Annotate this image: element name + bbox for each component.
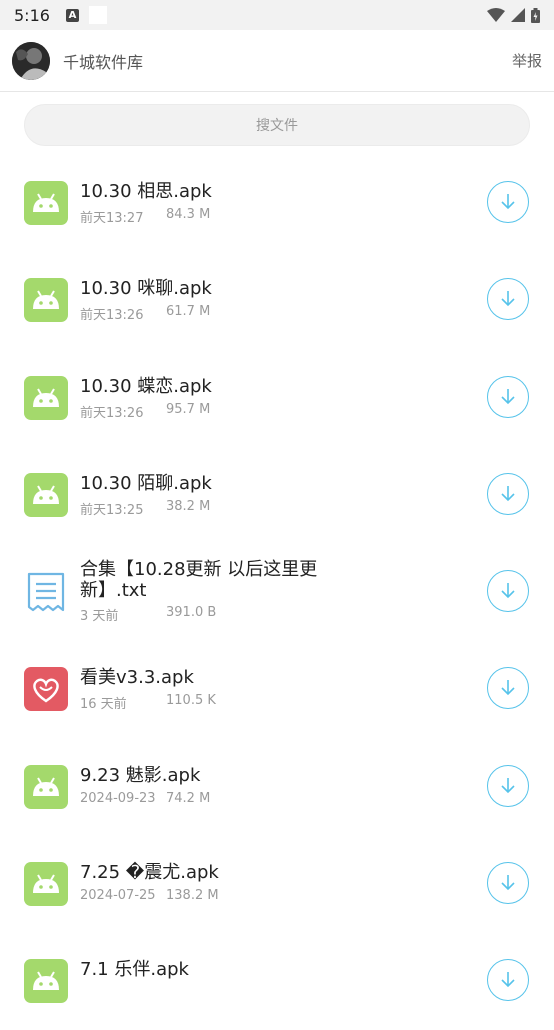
file-meta: 2024-07-25 138.2 M (80, 888, 219, 904)
app-heart-icon (24, 667, 68, 712)
download-button[interactable] (487, 375, 529, 418)
file-size: 74.2 M (166, 790, 211, 806)
android-icon (24, 181, 68, 225)
android-icon (24, 764, 68, 809)
download-icon (501, 485, 515, 502)
file-size: 95.7 M (166, 401, 211, 417)
download-icon (501, 777, 515, 793)
avatar[interactable] (12, 41, 50, 80)
file-date: 前天13:26 (80, 308, 144, 324)
file-date: 2024-09-23 (80, 790, 156, 806)
file-date: 3 天前 (80, 609, 119, 625)
file-meta: 前天13:26 61.7 M (80, 304, 210, 324)
file-meta: 3 天前 391.0 B (80, 605, 216, 625)
list-item[interactable]: 10.30 相思.apk 前天13:27 84.3 M (0, 154, 554, 251)
list-item[interactable]: 7.1 乐伴.apk (0, 932, 554, 1029)
signal-icon (511, 8, 525, 22)
download-icon (501, 388, 515, 404)
download-button[interactable] (487, 278, 529, 321)
file-size: 110.5 K (166, 693, 216, 709)
file-list: 10.30 相思.apk 前天13:27 84.3 M 10.30 咪聊.apk … (0, 154, 554, 1030)
file-meta: 前天13:26 95.7 M (80, 402, 210, 421)
file-date: 前天13:26 (80, 405, 144, 421)
file-meta: 2024-09-23 74.2 M (80, 790, 210, 806)
file-size: 138.2 M (166, 888, 219, 904)
file-name: 10.30 蝶恋.apk (80, 375, 212, 397)
app-header: 千城软件库 举报 (0, 30, 554, 92)
file-date: 2024-07-25 (80, 888, 156, 904)
download-button[interactable] (487, 181, 529, 223)
list-item[interactable]: 10.30 咪聊.apk 前天13:26 61.7 M (0, 251, 554, 348)
file-name: 7.25 �震尤.apk (80, 862, 219, 884)
download-button[interactable] (487, 764, 529, 807)
file-size: 61.7 M (166, 304, 211, 320)
file-name: 7.1 乐伴.apk (80, 959, 189, 981)
file-name: 10.30 陌聊.apk (80, 472, 212, 494)
file-name: 10.30 相思.apk (80, 181, 212, 202)
android-icon (24, 472, 68, 517)
list-item[interactable]: 合集【10.28更新 以后这里更新】.txt 3 天前 391.0 B (0, 543, 554, 640)
download-icon (501, 291, 515, 307)
download-icon (501, 972, 515, 988)
download-icon (501, 583, 515, 599)
download-icon (501, 680, 515, 696)
file-date: 前天13:25 (80, 502, 144, 518)
header-title: 千城软件库 (63, 52, 144, 72)
android-icon (24, 959, 68, 1004)
report-button[interactable]: 举报 (512, 50, 542, 71)
download-button[interactable] (487, 667, 529, 710)
file-date: 前天13:27 (80, 211, 144, 226)
file-size: 391.0 B (166, 605, 217, 621)
file-date: 16 天前 (80, 697, 127, 713)
file-name: 看美v3.3.apk (80, 667, 194, 689)
blank-notification-icon (88, 6, 107, 24)
status-bar: 5:16 A (0, 0, 554, 30)
download-icon (501, 194, 515, 210)
battery-icon (531, 7, 540, 23)
file-meta: 16 天前 110.5 K (80, 693, 216, 713)
file-meta: 前天13:25 38.2 M (80, 499, 210, 518)
download-icon (501, 875, 515, 891)
list-item[interactable]: 看美v3.3.apk 16 天前 110.5 K (0, 640, 554, 737)
wifi-icon (487, 8, 505, 22)
download-button[interactable] (487, 959, 529, 1002)
list-item[interactable]: 10.30 陌聊.apk 前天13:25 38.2 M (0, 446, 554, 543)
status-time: 5:16 (14, 5, 50, 25)
file-name: 9.23 魅影.apk (80, 764, 201, 786)
text-file-icon (24, 570, 68, 614)
download-button[interactable] (487, 862, 529, 905)
search-placeholder: 搜文件 (256, 118, 298, 134)
list-item[interactable]: 9.23 魅影.apk 2024-09-23 74.2 M (0, 738, 554, 835)
file-name: 合集【10.28更新 以后这里更新】.txt (80, 559, 318, 602)
list-item[interactable]: 7.25 �震尤.apk 2024-07-25 138.2 M (0, 835, 554, 932)
download-button[interactable] (487, 570, 529, 613)
list-item[interactable]: 10.30 蝶恋.apk 前天13:26 95.7 M (0, 349, 554, 446)
file-meta: 前天13:27 84.3 M (80, 207, 210, 226)
file-size: 84.3 M (166, 207, 211, 222)
android-icon (24, 862, 68, 907)
android-icon (24, 278, 68, 323)
a-notification-icon: A (65, 8, 79, 22)
android-icon (24, 375, 68, 420)
download-button[interactable] (487, 472, 529, 515)
file-name: 10.30 咪聊.apk (80, 278, 212, 300)
search-input[interactable]: 搜文件 (24, 104, 530, 146)
file-size: 38.2 M (166, 498, 211, 514)
